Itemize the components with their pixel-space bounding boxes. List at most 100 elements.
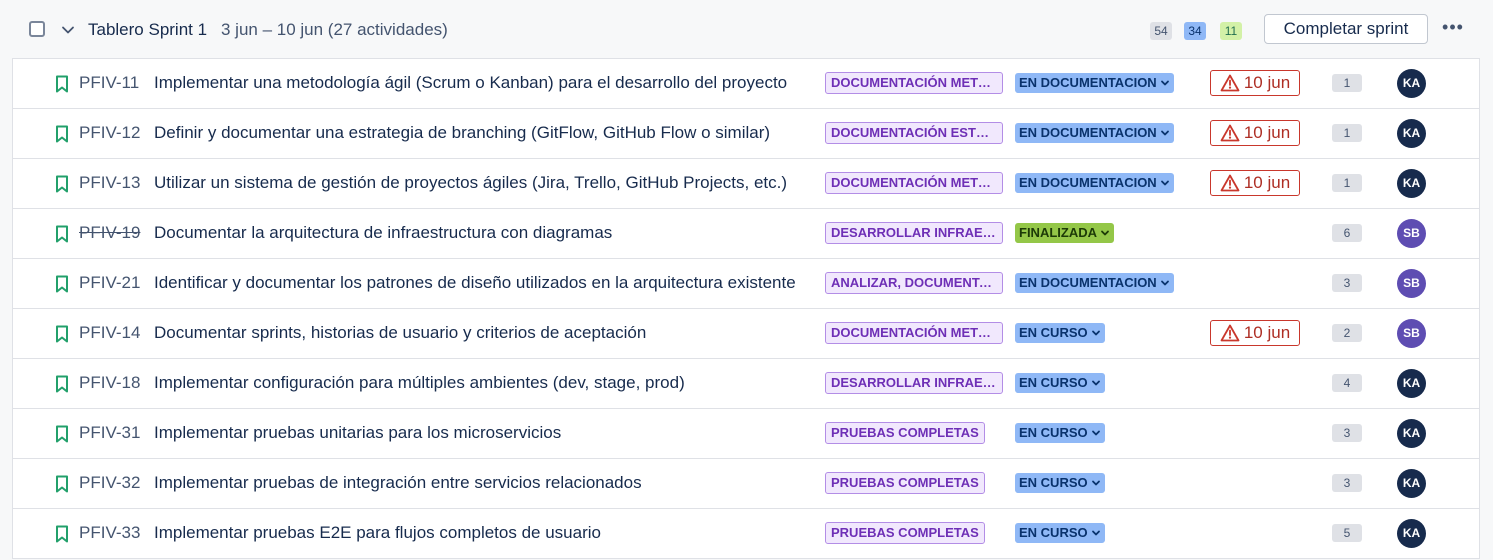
issue-summary[interactable]: Documentar la arquitectura de infraestru…: [154, 223, 809, 243]
status-dropdown[interactable]: FINALIZADA: [1015, 223, 1114, 243]
chevron-down-icon[interactable]: [60, 22, 76, 38]
epic-badge: DESARROLLAR INFRAESTRUCTURA: [825, 222, 1003, 244]
issue-summary[interactable]: Implementar pruebas de integración entre…: [154, 473, 809, 493]
table-row[interactable]: PFIV-32 Implementar pruebas de integració…: [13, 459, 1479, 509]
issue-key[interactable]: PFIV-31: [79, 423, 140, 443]
epic-badge: PRUEBAS COMPLETAS: [825, 472, 985, 494]
avatar[interactable]: KA: [1397, 419, 1426, 448]
chevron-down-icon: [1101, 230, 1109, 236]
avatar[interactable]: KA: [1397, 519, 1426, 548]
due-date: 10 jun: [1243, 323, 1291, 342]
sprint-dates: 3 jun – 10 jun (27 actividades): [221, 20, 448, 39]
bookmark-icon: [56, 225, 68, 243]
due-date-lozenge: 10 jun: [1210, 120, 1300, 146]
chevron-down-icon: [1160, 180, 1169, 186]
story-points-badge: 2: [1332, 324, 1362, 342]
issue-key[interactable]: PFIV-21: [79, 273, 140, 293]
status-dropdown[interactable]: EN DOCUMENTACION: [1015, 173, 1174, 193]
due-date-lozenge: 10 jun: [1210, 170, 1300, 196]
avatar[interactable]: KA: [1397, 119, 1426, 148]
sprint-title: Tablero Sprint 1: [88, 20, 208, 39]
story-points-badge: 3: [1332, 424, 1362, 442]
avatar[interactable]: KA: [1397, 169, 1426, 198]
status-label: EN CURSO: [1019, 475, 1088, 490]
chevron-down-icon: [1091, 430, 1100, 436]
done-count-badge: 11: [1220, 22, 1242, 40]
chevron-down-icon: [1091, 480, 1100, 486]
epic-badge: DOCUMENTACIÓN ESTRATEGIA DE BRANCHING: [825, 122, 1003, 144]
issue-key[interactable]: PFIV-11: [79, 73, 139, 93]
table-row[interactable]: PFIV-33 Implementar pruebas E2E para fluj…: [13, 509, 1479, 559]
issue-key[interactable]: PFIV-12: [79, 123, 140, 143]
issue-key[interactable]: PFIV-32: [79, 473, 140, 493]
table-row[interactable]: PFIV-14 Documentar sprints, historias de …: [13, 309, 1479, 359]
issue-key[interactable]: PFIV-18: [79, 373, 140, 393]
issue-key[interactable]: PFIV-13: [79, 173, 140, 193]
issue-summary[interactable]: Implementar pruebas E2E para flujos comp…: [154, 523, 809, 543]
more-actions-icon[interactable]: •••: [1440, 18, 1466, 40]
issue-key[interactable]: PFIV-14: [79, 323, 140, 343]
avatar[interactable]: SB: [1397, 219, 1426, 248]
epic-badge: PRUEBAS COMPLETAS: [825, 522, 985, 544]
warning-icon: [1220, 124, 1240, 142]
status-label: EN CURSO: [1019, 325, 1088, 340]
bookmark-icon: [56, 525, 68, 543]
status-dropdown[interactable]: EN CURSO: [1015, 423, 1105, 443]
warning-icon: [1220, 324, 1240, 342]
table-row[interactable]: PFIV-13 Utilizar un sistema de gestión de…: [13, 159, 1479, 209]
table-row[interactable]: PFIV-12 Definir y documentar una estrateg…: [13, 109, 1479, 159]
status-dropdown[interactable]: EN DOCUMENTACION: [1015, 123, 1174, 143]
avatar[interactable]: KA: [1397, 369, 1426, 398]
issue-summary[interactable]: Implementar pruebas unitarias para los m…: [154, 423, 809, 443]
issue-summary[interactable]: Implementar una metodología ágil (Scrum …: [154, 73, 809, 93]
status-dropdown[interactable]: EN DOCUMENTACION: [1015, 273, 1174, 293]
status-dropdown[interactable]: EN CURSO: [1015, 473, 1105, 493]
avatar[interactable]: SB: [1397, 319, 1426, 348]
sprint-checkbox-icon[interactable]: [29, 21, 45, 37]
chevron-down-icon: [1160, 130, 1169, 136]
issue-summary[interactable]: Documentar sprints, historias de usuario…: [154, 323, 809, 343]
table-row[interactable]: PFIV-11 Implementar una metodología ágil …: [13, 59, 1479, 109]
story-points-badge: 1: [1332, 124, 1362, 142]
issue-summary[interactable]: Utilizar un sistema de gestión de proyec…: [154, 173, 809, 193]
bookmark-icon: [56, 475, 68, 493]
status-label: EN DOCUMENTACION: [1019, 75, 1157, 90]
avatar[interactable]: KA: [1397, 69, 1426, 98]
epic-badge: DOCUMENTACIÓN METODOLOGÍA ÁGIL: [825, 322, 1003, 344]
bookmark-icon: [56, 125, 68, 143]
sprint-header: Tablero Sprint 1 3 jun – 10 jun (27 acti…: [0, 0, 1493, 58]
epic-badge: DESARROLLAR INFRAESTRUCTURA: [825, 372, 1003, 394]
epic-badge: DOCUMENTACIÓN METODOLOGÍA ÁGIL: [825, 72, 1003, 94]
chevron-down-icon: [1160, 280, 1169, 286]
status-label: EN DOCUMENTACION: [1019, 275, 1157, 290]
table-row[interactable]: PFIV-21 Identificar y documentar los patr…: [13, 259, 1479, 309]
issue-key[interactable]: PFIV-19: [79, 223, 140, 243]
story-points-badge: 6: [1332, 224, 1362, 242]
table-row[interactable]: PFIV-19 Documentar la arquitectura de inf…: [13, 209, 1479, 259]
status-label: EN CURSO: [1019, 425, 1088, 440]
issue-summary[interactable]: Definir y documentar una estrategia de b…: [154, 123, 809, 143]
issue-key[interactable]: PFIV-33: [79, 523, 140, 543]
status-dropdown[interactable]: EN CURSO: [1015, 373, 1105, 393]
complete-sprint-button[interactable]: Completar sprint: [1264, 14, 1428, 44]
avatar[interactable]: KA: [1397, 469, 1426, 498]
epic-badge: DOCUMENTACIÓN METODOLOGÍA ÁGIL: [825, 172, 1003, 194]
status-dropdown[interactable]: EN DOCUMENTACION: [1015, 73, 1174, 93]
story-points-badge: 3: [1332, 474, 1362, 492]
chevron-down-icon: [1091, 530, 1100, 536]
status-label: FINALIZADA: [1019, 225, 1097, 240]
issue-summary[interactable]: Implementar configuración para múltiples…: [154, 373, 809, 393]
status-label: EN DOCUMENTACION: [1019, 125, 1157, 140]
status-dropdown[interactable]: EN CURSO: [1015, 523, 1105, 543]
chevron-down-icon: [1091, 330, 1100, 336]
status-label: EN DOCUMENTACION: [1019, 175, 1157, 190]
bookmark-icon: [56, 425, 68, 443]
status-dropdown[interactable]: EN CURSO: [1015, 323, 1105, 343]
table-row[interactable]: PFIV-31 Implementar pruebas unitarias par…: [13, 409, 1479, 459]
avatar[interactable]: SB: [1397, 269, 1426, 298]
bookmark-icon: [56, 325, 68, 343]
bookmark-icon: [56, 175, 68, 193]
table-row[interactable]: PFIV-18 Implementar configuración para mú…: [13, 359, 1479, 409]
issue-list: PFIV-11 Implementar una metodología ágil …: [12, 58, 1480, 559]
issue-summary[interactable]: Identificar y documentar los patrones de…: [154, 273, 809, 293]
